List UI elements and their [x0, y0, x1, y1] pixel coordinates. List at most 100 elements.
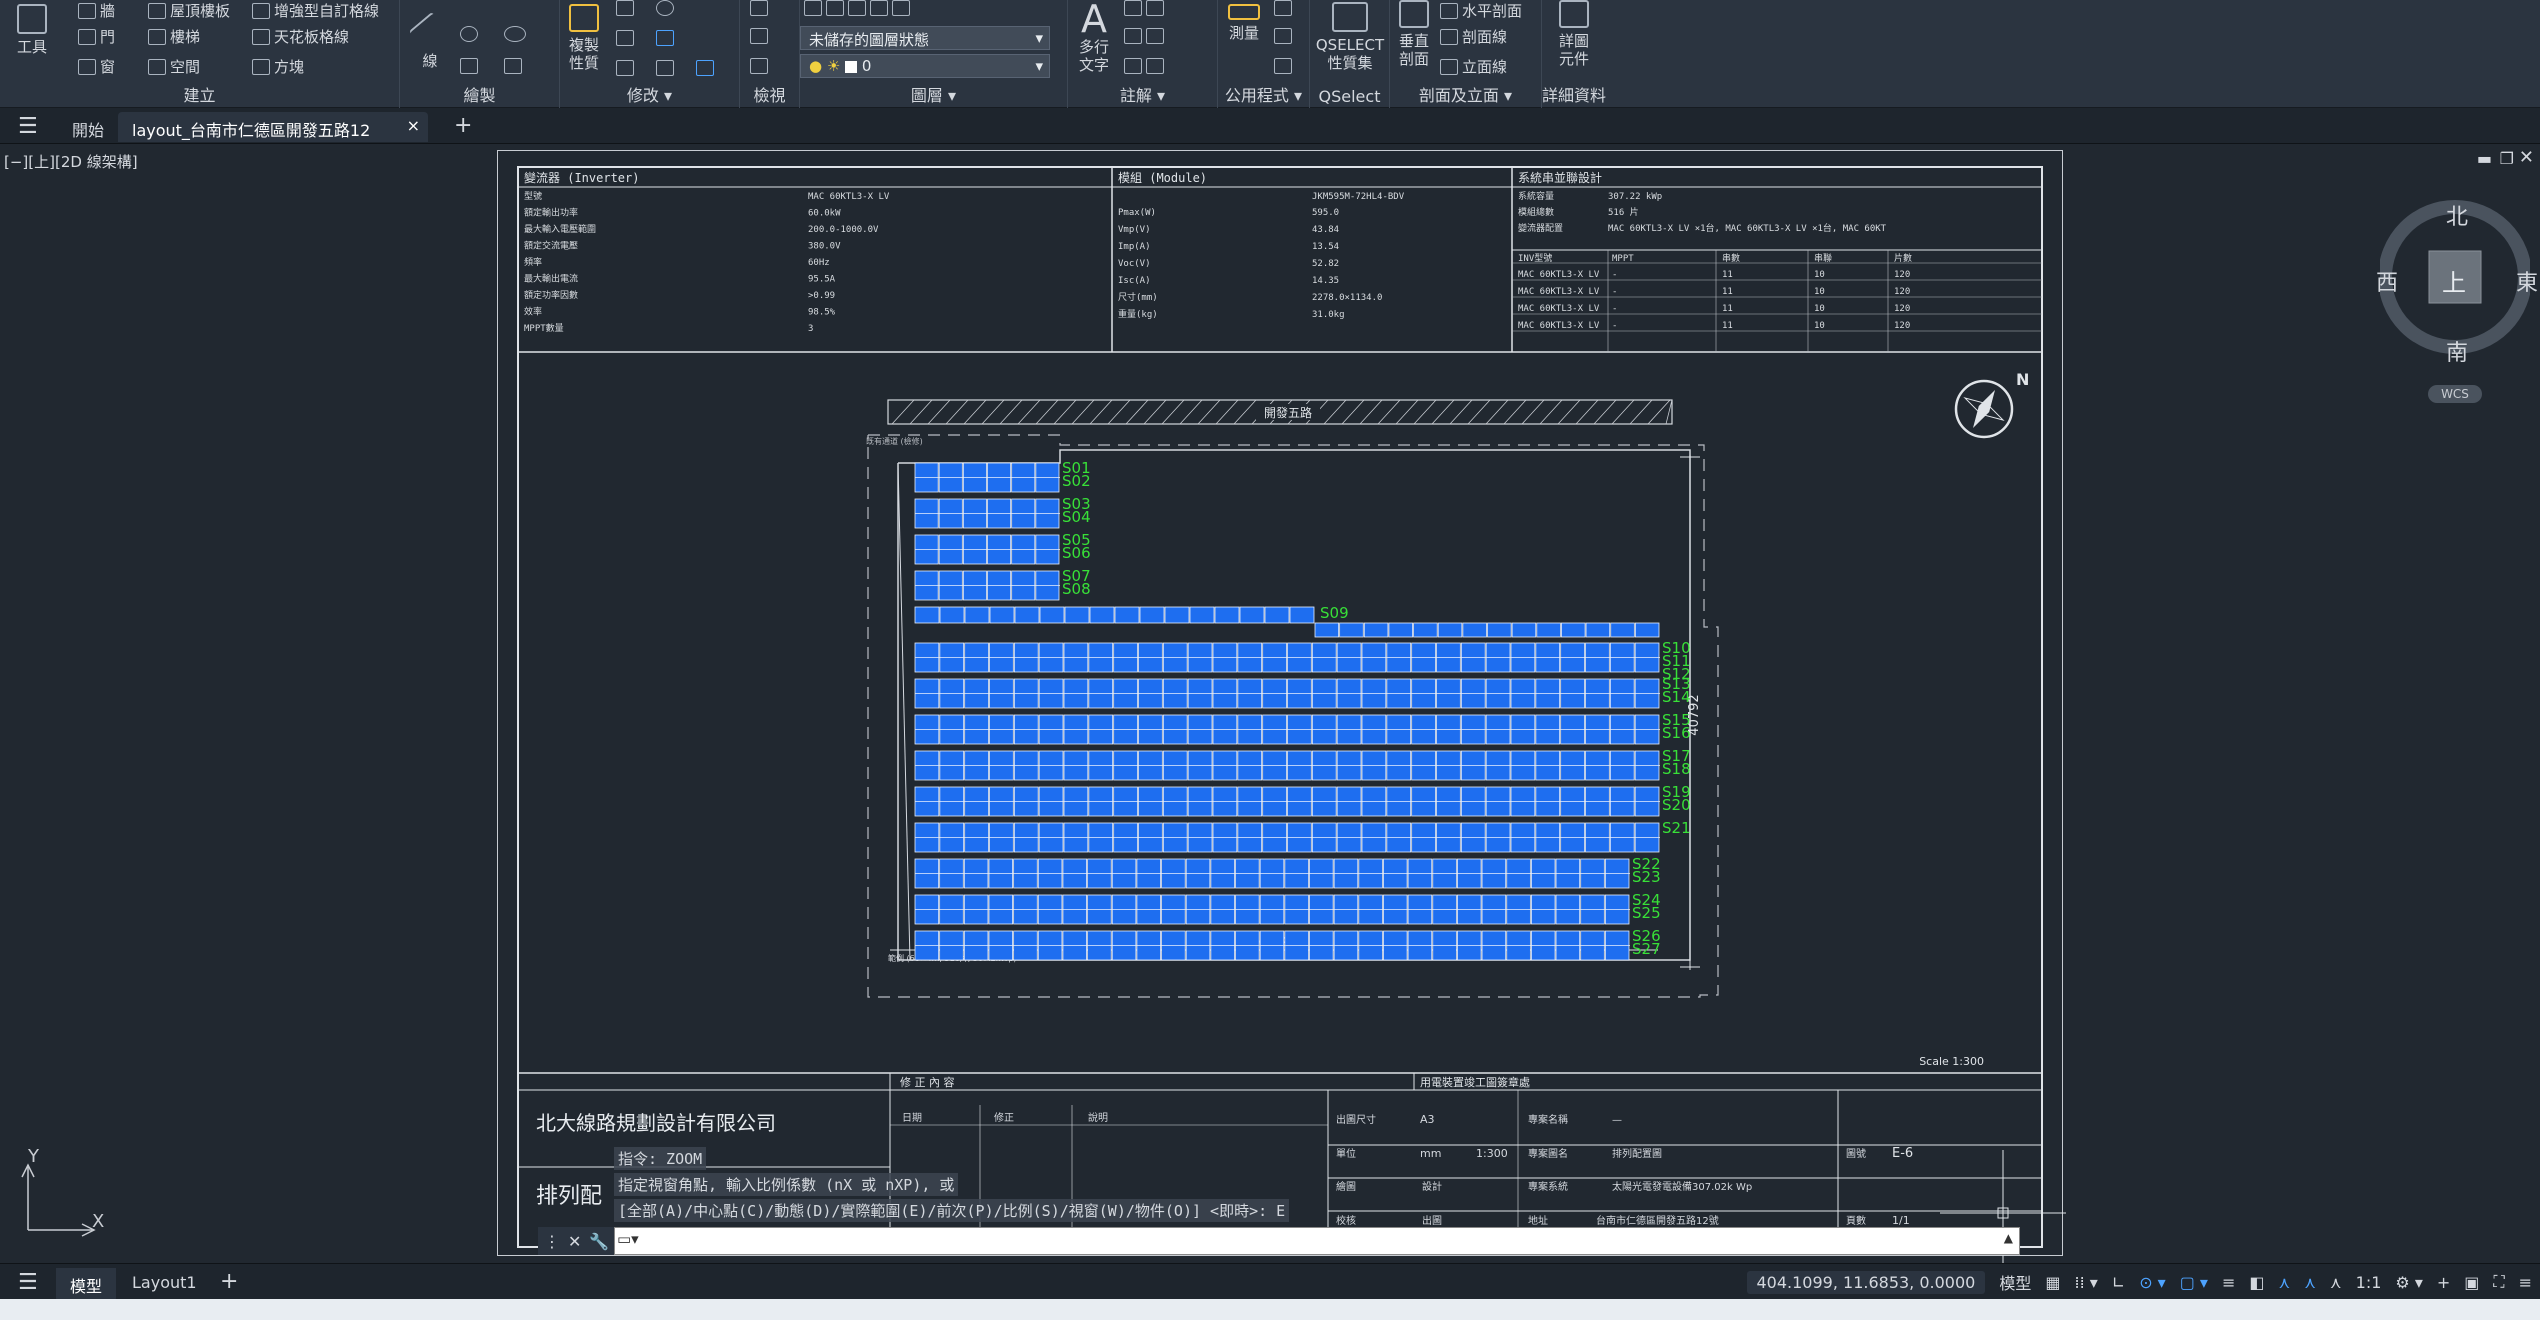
- model-space-toggle[interactable]: 模型: [1999, 1270, 2031, 1294]
- util-button-2[interactable]: [1274, 28, 1292, 44]
- measure-button[interactable]: 測量: [1222, 4, 1266, 42]
- ortho-icon[interactable]: ∟: [2112, 1273, 2125, 1292]
- command-prompt-icon[interactable]: ▭▾: [617, 1230, 639, 1248]
- annotation-scale[interactable]: 1:1: [2356, 1273, 2382, 1292]
- horizontal-section-button[interactable]: 水平剖面: [1440, 0, 1522, 21]
- layer-tools-row[interactable]: [804, 0, 910, 16]
- wrench-icon[interactable]: 🔧: [589, 1232, 609, 1251]
- annotation-scale-icon[interactable]: ⋏: [2330, 1273, 2342, 1292]
- drag-handle-icon[interactable]: ⋮: [544, 1232, 560, 1251]
- system-table-header: 片數: [1894, 252, 1912, 264]
- transparency-icon[interactable]: ◧: [2249, 1273, 2264, 1292]
- circle-button[interactable]: [460, 26, 478, 42]
- wall-button[interactable]: 牆: [78, 0, 115, 21]
- util-button-3[interactable]: [1274, 58, 1292, 74]
- viewcube[interactable]: 北 南 西 東 上 WCS: [2376, 195, 2538, 435]
- ribbon-group-label: 剖面及立面 ▾: [1418, 86, 1513, 105]
- module-spec-value: 13.54: [1312, 242, 1339, 252]
- compass-east[interactable]: 東: [2516, 265, 2538, 297]
- pv-panel: [1634, 622, 1660, 638]
- view-button-2[interactable]: [750, 28, 768, 44]
- tab-model[interactable]: 模型: [56, 1268, 117, 1302]
- new-tab-button[interactable]: +: [440, 108, 486, 138]
- close-icon[interactable]: ×: [407, 116, 420, 135]
- hatch-annotation-button[interactable]: [1124, 58, 1164, 74]
- viewport-minimize-icon[interactable]: ▬: [2477, 149, 2492, 168]
- view-button-3[interactable]: [750, 58, 768, 74]
- compass-west[interactable]: 西: [2376, 265, 2398, 297]
- fullscreen-icon[interactable]: ⛶: [2493, 1272, 2504, 1292]
- string-label: S04: [1062, 508, 1091, 526]
- tab-layout1[interactable]: Layout1: [118, 1268, 211, 1297]
- isolate-icon[interactable]: ▣: [2464, 1273, 2479, 1292]
- tab-start[interactable]: 開始: [58, 112, 118, 142]
- snap-icon[interactable]: ⁞⁞ ▾: [2074, 1273, 2097, 1292]
- viewport-restore-icon[interactable]: ❐: [2500, 149, 2514, 168]
- roof-slab-button[interactable]: 屋頂樓板: [148, 0, 230, 21]
- compass-north[interactable]: 北: [2446, 199, 2468, 231]
- table-button[interactable]: [1124, 28, 1164, 44]
- compass-south[interactable]: 南: [2446, 335, 2468, 367]
- add-layout-button[interactable]: +: [206, 1264, 252, 1299]
- stair-icon: [148, 28, 166, 45]
- hatch-line: [1557, 399, 1581, 425]
- space-button[interactable]: 空間: [148, 56, 200, 77]
- annotation-visibility-icon[interactable]: ⋏: [2278, 1273, 2290, 1292]
- pv-panel: [964, 606, 990, 624]
- group-button[interactable]: [696, 60, 714, 76]
- plus-icon[interactable]: +: [2437, 1273, 2450, 1292]
- drawing-viewport[interactable]: [−][上][2D 線架構] 變流器 (Inverter) 模組 (Module…: [0, 145, 2540, 1263]
- rotate-button[interactable]: [656, 0, 674, 16]
- door-button[interactable]: 門: [78, 26, 115, 47]
- line-icon: [408, 11, 452, 55]
- wcs-menu[interactable]: WCS: [2428, 385, 2482, 403]
- util-button-1[interactable]: [1274, 0, 1292, 16]
- window-button[interactable]: 窗: [78, 56, 115, 77]
- qselect-button[interactable]: QSELECT 性質集: [1314, 2, 1386, 72]
- line-button[interactable]: 線: [408, 4, 452, 70]
- detail-component-button[interactable]: 詳圖 元件: [1552, 0, 1596, 68]
- section-line-button[interactable]: 剖面線: [1440, 26, 1507, 47]
- coordinates-readout[interactable]: 404.1099, 11.6853, 0.0000: [1746, 1270, 1986, 1294]
- gear-icon[interactable]: ⚙ ▾: [2395, 1273, 2422, 1292]
- offset-button[interactable]: [656, 60, 674, 76]
- match-properties-button[interactable]: 複製 性質: [562, 4, 606, 72]
- rectangle-button[interactable]: [460, 58, 478, 74]
- dimension-button[interactable]: [1124, 0, 1164, 16]
- polar-icon[interactable]: ⊙ ▾: [2139, 1273, 2166, 1292]
- module-spec-value: 52.82: [1312, 259, 1339, 269]
- hatch-button[interactable]: [504, 58, 522, 74]
- stair-button[interactable]: 樓梯: [148, 26, 200, 47]
- ceiling-grid-button[interactable]: 天花板格線: [252, 26, 349, 47]
- vertical-section-button[interactable]: 垂直 剖面: [1394, 0, 1434, 68]
- elevation-line-button[interactable]: 立面線: [1440, 56, 1507, 77]
- array-button[interactable]: [656, 30, 674, 46]
- menu-icon[interactable]: ☰: [18, 114, 38, 139]
- command-input[interactable]: [655, 1230, 1975, 1252]
- custom-grid-button[interactable]: 增強型自訂格線: [252, 0, 379, 21]
- menu-icon[interactable]: ☰: [18, 1270, 38, 1295]
- lineweight-icon[interactable]: ≡: [2222, 1273, 2235, 1292]
- copy-button[interactable]: [616, 60, 634, 76]
- viewcube-top-face[interactable]: 上: [2442, 263, 2466, 298]
- block-button[interactable]: 方塊: [252, 56, 304, 77]
- ellipse-button[interactable]: [504, 26, 526, 42]
- pv-panel-array: [914, 462, 1660, 961]
- view-button-1[interactable]: [750, 0, 768, 16]
- tab-layout-file[interactable]: layout_台南市仁德區開發五路12號.dxf* ×: [118, 112, 428, 164]
- current-layer-dropdown[interactable]: ● ☀ 0 ▾: [800, 54, 1050, 78]
- tools-button[interactable]: 工具: [10, 4, 54, 56]
- mtext-button[interactable]: A 多行 文字: [1074, 0, 1114, 74]
- osnap-icon[interactable]: ▢ ▾: [2180, 1273, 2208, 1292]
- grid-icon[interactable]: ▦: [2045, 1273, 2060, 1292]
- command-history-toggle-icon[interactable]: ▲: [2004, 1231, 2013, 1245]
- close-icon[interactable]: ✕: [568, 1232, 581, 1251]
- move-button[interactable]: [616, 0, 634, 16]
- viewport-close-icon[interactable]: ✕: [2519, 147, 2534, 168]
- view-icon: [750, 0, 768, 16]
- system-table-cell: 10: [1814, 304, 1825, 314]
- auto-scale-icon[interactable]: ⋏: [2304, 1273, 2316, 1292]
- layer-state-dropdown[interactable]: 未儲存的圖層狀態 ▾: [800, 26, 1050, 50]
- trim-button[interactable]: [616, 30, 634, 46]
- customize-icon[interactable]: ≡: [2519, 1273, 2532, 1292]
